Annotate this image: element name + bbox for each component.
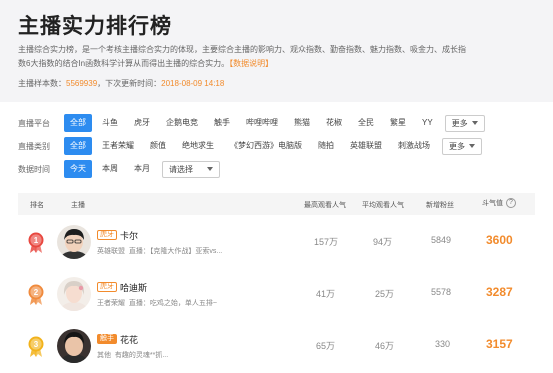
chevron-down-icon [207,167,213,171]
anchor-category: 英雄联盟 [97,248,125,255]
platform-more-button[interactable]: 更多 [444,114,485,132]
score-value: 3287 [486,285,513,299]
data-explanation-link[interactable]: 【数据说明】 [229,59,273,68]
platform-badge: 触手 [97,334,117,344]
anchor-category: 其他 [97,352,111,359]
platform-option-huajiao[interactable]: 花椒 [320,114,348,132]
anchor-category: 王者荣耀 [97,300,125,307]
category-option-battlefield[interactable]: 刺激战场 [392,137,436,155]
sample-info: 主播样本数：5569939，下次更新时间：2018-08-09 14:18 [18,78,224,89]
help-icon[interactable]: ? [506,198,516,209]
stream-title: 直播：吃鸡之始，单人五排~ [128,300,217,307]
category-option-lol[interactable]: 英雄联盟 [344,137,388,155]
platform-option-huya[interactable]: 虎牙 [128,114,156,132]
category-filter: 直播类别 全部 王者荣耀 颜值 绝地求生 《梦幻西游》电脑版 随拍 英雄联盟 刺… [18,137,482,155]
category-option-all[interactable]: 全部 [64,137,92,155]
update-time: 2018-08-09 14:18 [161,79,225,88]
header-anchor: 主播 [71,202,85,209]
table-row[interactable]: 3 触手 花花 其他 有趣的灵魂**抓... 65万 46万 330 3157 [18,320,535,372]
time-option-week[interactable]: 本周 [96,160,124,178]
category-option-looks[interactable]: 颜值 [144,137,172,155]
platform-filter-label: 直播平台 [18,118,50,128]
page-title: 主播实力排行榜 [18,15,172,38]
new-fans: 5849 [431,235,452,245]
header-new-fans[interactable]: 新增粉丝 [426,200,454,210]
category-option-pubg[interactable]: 绝地求生 [176,137,220,155]
platform-badge: 虎牙 [97,282,117,292]
platform-option-egame[interactable]: 企鹅电竞 [160,114,204,132]
platform-option-yy[interactable]: YY [416,114,439,132]
time-option-today[interactable]: 今天 [64,160,92,178]
platform-badge: 虎牙 [97,230,117,240]
anchor-name[interactable]: 花花 [120,333,138,346]
page-description: 主播综合实力榜，是一个考核主播综合实力的体现，主要综合主播的影响力、观众指数、勤… [18,43,538,71]
avg-viewers: 94万 [373,237,393,247]
header-score-label: 斗气值 [482,200,503,207]
update-label: ，下次更新时间： [97,79,162,88]
description-line-2: 数6大指数的结合In函数科学计算从而得出主播的综合实力。 [18,59,230,68]
category-option-casual[interactable]: 随拍 [312,137,340,155]
sample-label: 主播样本数： [18,79,66,88]
rank-medal-icon: 3 [28,336,44,357]
peak-viewers: 157万 [314,237,339,247]
category-more-button[interactable]: 更多 [442,137,482,155]
header-score[interactable]: 斗气值? [482,198,516,209]
time-filter: 数据时间 今天 本周 本月 请选择 [18,160,220,178]
chevron-down-icon [469,144,475,148]
header-peak-viewers[interactable]: 最高观看人气 [304,200,346,210]
date-select-placeholder: 请选择 [169,164,193,174]
new-fans: 5578 [431,287,452,297]
sample-count: 5569939 [66,79,98,88]
new-fans: 330 [435,339,451,349]
platform-option-douyu[interactable]: 斗鱼 [96,114,124,132]
peak-viewers: 41万 [316,289,336,299]
platform-option-chushou[interactable]: 触手 [208,114,236,132]
anchor-name[interactable]: 哈迪斯 [120,281,147,294]
table-header: 排名 主播 最高观看人气 平均观看人气 新增粉丝 斗气值? [18,193,535,215]
rank-number: 3 [34,340,39,349]
chevron-down-icon [471,121,478,125]
score-value: 3600 [486,233,513,247]
stream-title: 有趣的灵魂**抓... [114,352,169,359]
category-option-honor-of-kings[interactable]: 王者荣耀 [96,137,140,155]
platform-option-bilibili[interactable]: 哔哩哔哩 [240,114,284,132]
date-select[interactable]: 请选择 [162,160,220,178]
avg-viewers: 46万 [375,341,395,351]
rank-number: 2 [34,288,39,297]
category-option-fantasy-westward[interactable]: 《梦幻西游》电脑版 [224,137,308,155]
platform-option-quanmin[interactable]: 全民 [352,114,380,132]
table-row[interactable]: 2 虎牙 哈迪斯 王者荣耀 直播：吃鸡之始，单人五排~ 41万 25万 5578… [18,268,535,320]
page-header: 主播实力排行榜 主播综合实力榜，是一个考核主播综合实力的体现，主要综合主播的影响… [0,0,553,102]
category-more-label: 更多 [449,141,465,151]
stream-title: 直播：【克隆大作战】亚索vs... [128,248,223,255]
header-rank[interactable]: 排名 [30,200,44,210]
avatar[interactable] [57,329,91,363]
time-filter-label: 数据时间 [18,164,50,174]
table-row[interactable]: 1 虎牙 卡尔 英雄联盟 直播：【克隆大作战】亚索vs... 157万 94万 … [18,216,535,268]
rank-medal-icon: 1 [28,232,44,253]
avg-viewers: 25万 [375,289,395,299]
anchor-subtitle: 英雄联盟 直播：【克隆大作战】亚索vs... [97,246,222,256]
category-filter-label: 直播类别 [18,141,50,151]
score-value: 3157 [486,337,513,351]
platform-filter: 直播平台 全部 斗鱼 虎牙 企鹅电竞 触手 哔哩哔哩 熊猫 花椒 全民 繁星 Y… [18,114,485,132]
anchor-subtitle: 其他 有趣的灵魂**抓... [97,350,168,360]
time-option-month[interactable]: 本月 [128,160,156,178]
platform-option-panda[interactable]: 熊猫 [288,114,316,132]
platform-option-all[interactable]: 全部 [64,114,92,132]
rank-medal-icon: 2 [28,284,44,305]
platform-more-label: 更多 [451,118,468,128]
avatar[interactable] [57,277,91,311]
description-line-1: 主播综合实力榜，是一个考核主播综合实力的体现，主要综合主播的影响力、观众指数、勤… [18,45,466,54]
anchor-subtitle: 王者荣耀 直播：吃鸡之始，单人五排~ [97,298,217,308]
rank-number: 1 [34,236,39,245]
platform-option-fanxing[interactable]: 繁星 [384,114,412,132]
avatar[interactable] [57,225,91,259]
anchor-name[interactable]: 卡尔 [120,229,138,242]
peak-viewers: 65万 [316,341,336,351]
header-avg-viewers[interactable]: 平均观看人气 [362,200,404,210]
